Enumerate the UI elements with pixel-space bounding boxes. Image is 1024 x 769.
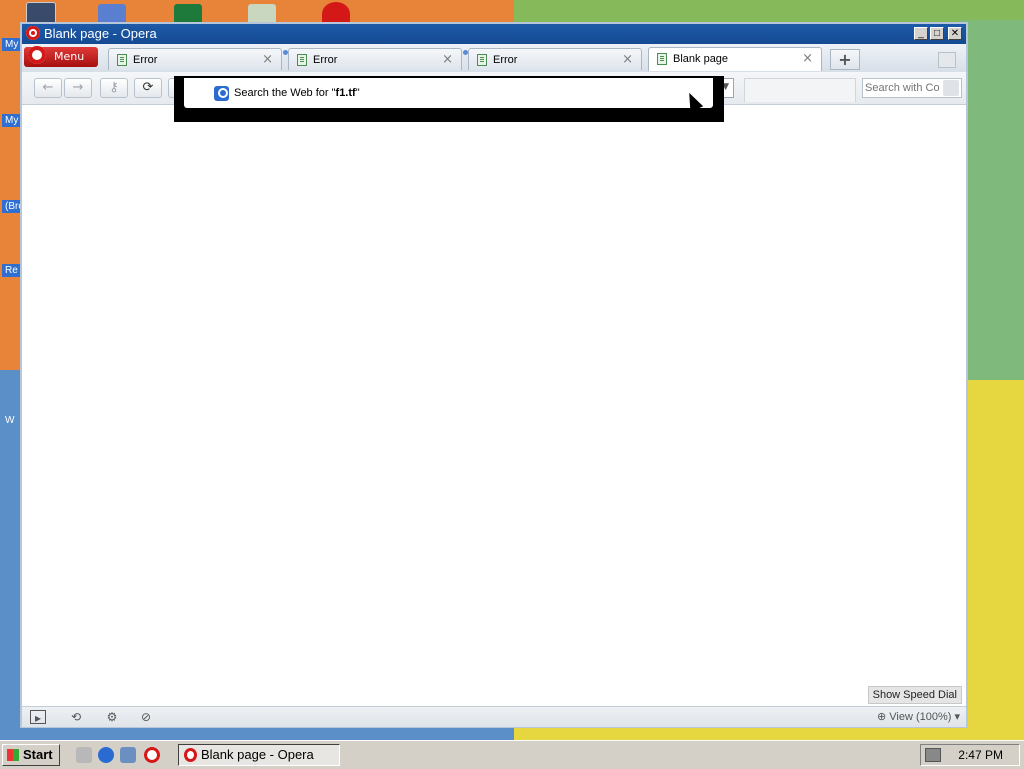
opera-quicklaunch-icon[interactable] [144, 747, 160, 763]
forward-button[interactable]: → [64, 78, 92, 98]
tray-network-icon[interactable] [925, 748, 941, 762]
tab-label: Error [313, 54, 338, 66]
desktop-label-my-2[interactable]: My [2, 114, 22, 127]
suggestion-text: Search the Web for "f1.tf" [234, 87, 360, 99]
search-field[interactable] [862, 78, 962, 98]
opera-logo-icon [26, 26, 40, 40]
new-tab-button[interactable]: + [830, 49, 860, 70]
page-icon [657, 53, 667, 65]
sync-icon[interactable]: ⟲ [68, 710, 84, 724]
system-tray: 2:47 PM [920, 744, 1020, 766]
tab-close-icon[interactable]: × [262, 52, 273, 67]
turbo-icon[interactable]: ⊘ [138, 710, 154, 724]
close-button[interactable]: ✕ [948, 27, 962, 40]
tab-label: Error [493, 54, 518, 66]
tab-blank-page[interactable]: Blank page × [648, 47, 822, 71]
opera-icon [184, 748, 197, 762]
trash-icon[interactable] [938, 52, 956, 68]
tab-error-3[interactable]: Error × [463, 48, 642, 70]
desktop-label-w[interactable]: W [2, 414, 17, 427]
tab-close-icon[interactable]: × [802, 51, 813, 66]
search-icon [214, 86, 229, 101]
unite-icon[interactable]: ⚙ [104, 710, 120, 724]
taskbar-item-label: Blank page - Opera [201, 747, 314, 762]
tab-label: Blank page [673, 53, 729, 65]
status-bar: ▸ ⟲ ⚙ ⊘ ⊕ View (100%) ▾ [22, 706, 966, 727]
menu-label: Menu [54, 50, 85, 63]
tab-indicator-icon [463, 50, 468, 55]
tab-error-1[interactable]: Error × [108, 48, 282, 70]
tab-indicator-icon [283, 50, 288, 55]
page-icon [297, 54, 307, 66]
show-desktop-icon[interactable] [76, 747, 92, 763]
clock[interactable]: 2:47 PM [958, 748, 1003, 762]
key-button[interactable]: ⚷ [100, 78, 128, 98]
search-icon[interactable] [943, 80, 959, 96]
desktop-label-re[interactable]: Re [2, 264, 21, 277]
browser-window: Blank page - Opera _ □ ✕ Menu Error × Er… [20, 22, 968, 728]
address-suggestions: Search the Web for "f1.tf" [174, 76, 724, 122]
opera-menu-icon [28, 46, 46, 64]
minimize-button[interactable]: _ [914, 27, 928, 40]
tab-label: Error [133, 54, 158, 66]
zoom-label: View (100%) [889, 711, 952, 723]
suggestion-suffix: " [355, 87, 360, 99]
sidebar-tab[interactable] [744, 78, 856, 102]
start-button[interactable]: Start [2, 744, 60, 766]
reload-button[interactable]: ⟳ [134, 78, 162, 98]
page-content[interactable]: Show Speed Dial [22, 105, 966, 707]
back-button[interactable]: ← [34, 78, 62, 98]
page-icon [117, 54, 127, 66]
suggestion-query: f1.tf [335, 87, 356, 99]
suggestion-search-web[interactable]: Search the Web for "f1.tf" [184, 78, 713, 108]
taskbar-item-opera[interactable]: Blank page - Opera [178, 744, 340, 766]
panel-toggle-icon[interactable]: ▸ [30, 710, 46, 725]
tab-error-2[interactable]: Error × [283, 48, 462, 70]
zoom-icon: ⊕ [876, 711, 890, 723]
wallpaper-strip [960, 20, 1024, 380]
search-input[interactable] [865, 81, 939, 95]
taskbar: Start Blank page - Opera 2:47 PM [0, 740, 1024, 769]
tab-close-icon[interactable]: × [442, 52, 453, 67]
title-bar[interactable]: Blank page - Opera _ □ ✕ [22, 24, 966, 44]
show-speed-dial-button[interactable]: Show Speed Dial [867, 686, 962, 704]
page-icon [477, 54, 487, 66]
network-icon[interactable] [120, 747, 136, 763]
maximize-button[interactable]: □ [930, 27, 944, 40]
zoom-control[interactable]: ⊕ View (100%) ▾ [877, 710, 960, 723]
desktop-label-my-1[interactable]: My [2, 38, 22, 51]
menu-button[interactable]: Menu [24, 46, 98, 67]
suggestion-prefix: Search the Web for " [234, 87, 336, 99]
tab-bar: Menu Error × Error × Error × Blank page … [22, 44, 966, 72]
tab-close-icon[interactable]: × [622, 52, 633, 67]
internet-explorer-icon[interactable] [98, 747, 114, 763]
window-title: Blank page - Opera [44, 26, 157, 41]
